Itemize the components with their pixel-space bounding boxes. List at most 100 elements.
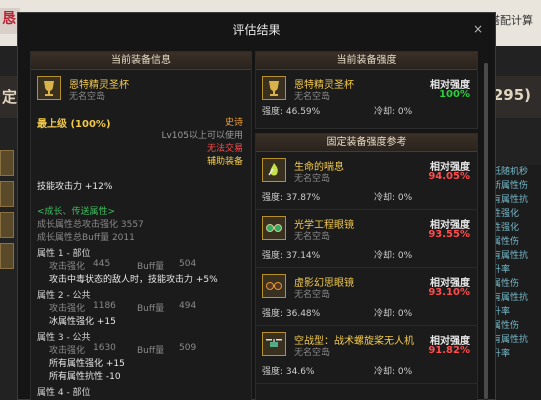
- cooldown-value: 冷却: 0%: [374, 367, 413, 377]
- background-right-column: 低随机秒 新属性伤 有属性抗 性强化 性强化 属性伤 有属性抗 升率 属性伤 有属性抗 升率 属性伤有…: [489, 165, 541, 400]
- property-effect: 攻击中毒状态的敌人时，技能攻击力 +5%: [49, 275, 218, 285]
- property-effect: 冰属性强化 +15: [49, 317, 116, 327]
- background-right-line: 升率: [492, 349, 511, 359]
- item-trade: 无法交易: [206, 144, 243, 154]
- green-fire-icon: [262, 158, 286, 182]
- property-attack-value: 1630: [93, 343, 116, 353]
- reference-item[interactable]: 生命的喘息 无名空岛 相对强度 94.05% 强度: 37.87% 冷却: 0%: [256, 152, 477, 210]
- chalice-icon: [262, 76, 286, 100]
- attack-bonus: 技能攻击力 +12%: [37, 182, 113, 192]
- property-attack-label: 攻击强化: [49, 346, 86, 356]
- item-source: 无名空岛: [294, 232, 331, 242]
- reference-item[interactable]: 空战型：战术螺旋桨无人机 无名空岛 相对强度 91.82% 强度: 34.6% …: [256, 326, 477, 384]
- reference-item[interactable]: 光学工程眼镜 无名空岛 相对强度 93.55% 强度: 37.14% 冷却: 0…: [256, 210, 477, 268]
- background-points: 295): [492, 86, 531, 104]
- property-buff-label: Buff量: [137, 346, 165, 356]
- panel-header: 当前装备信息: [31, 52, 251, 70]
- reference-strength-panel: 固定装备强度参考 生命的喘息 无名空岛 相对强度 94.05% 强度: 37.8…: [255, 133, 478, 400]
- panel-header: 固定装备强度参考: [256, 134, 477, 152]
- property-attack-label: 攻击强化: [49, 262, 86, 272]
- property-title: 属性 2 - 公共: [37, 291, 91, 301]
- strength-line: 强度: 37.87% 冷却: 0%: [256, 190, 477, 206]
- strength-value: 强度: 37.87%: [262, 193, 321, 203]
- background-right-line: 升率: [492, 265, 511, 275]
- property-effect: 所有属性强化 +15: [49, 359, 125, 369]
- evaluation-modal: 评估结果 × 当前装备信息 恩特精灵圣杯 无名空岛 最上级 (100%) 史诗 …: [17, 12, 496, 400]
- background-right-line: 性强化: [492, 223, 520, 233]
- cooldown-value: 冷却: 0%: [374, 309, 413, 319]
- background-right-line: 有属性抗: [492, 195, 529, 205]
- item-header: 空战型：战术螺旋桨无人机 无名空岛 相对强度 91.82%: [256, 326, 477, 360]
- item-source: 无名空岛: [294, 92, 331, 102]
- scrollbar-thumb[interactable]: [484, 63, 488, 399]
- item-header: 生命的喘息 无名空岛 相对强度 94.05%: [256, 152, 477, 186]
- item-level: 最上级 (100%): [37, 119, 111, 130]
- strength-value: 强度: 37.14%: [262, 251, 321, 261]
- current-equipment-info-panel: 当前装备信息 恩特精灵圣杯 无名空岛 最上级 (100%) 史诗 Lv105以上…: [30, 51, 252, 400]
- background-right-line: 升率: [492, 307, 511, 317]
- modal-title: 评估结果: [232, 23, 281, 37]
- property-effect: 所有属性抗性 -10: [49, 372, 121, 382]
- property-buff-label: Buff量: [137, 262, 165, 272]
- chalice-icon: [37, 76, 61, 100]
- strength-line: 强度: 37.14% 冷却: 0%: [256, 248, 477, 264]
- property-title: 属性 3 - 公共: [37, 333, 91, 343]
- property-title: 属性 4 - 部位: [37, 388, 91, 398]
- scrollbar[interactable]: [484, 63, 488, 400]
- close-icon[interactable]: ×: [471, 22, 485, 36]
- relative-strength-value: 93.10%: [428, 287, 470, 298]
- growth-buff: 成长属性总Buff量 2011: [37, 233, 135, 243]
- property-buff-value: 509: [179, 343, 197, 353]
- growth-attack: 成长属性总攻击强化 3557: [37, 220, 144, 230]
- strength-value: 强度: 46.59%: [262, 107, 321, 117]
- background-right-line: 有属性抗: [492, 293, 529, 303]
- property-title: 属性 1 - 部位: [37, 249, 91, 259]
- item-header: 虚影幻思眼镜 无名空岛 相对强度 93.10%: [256, 268, 477, 302]
- background-right-line: 性强化: [492, 209, 520, 219]
- background-right-link[interactable]: 搭配计算: [489, 12, 541, 32]
- item-rarity: 史诗: [224, 118, 243, 128]
- item-slot: 辅助装备: [206, 157, 243, 167]
- strength-line: 强度: 34.6% 冷却: 0%: [256, 364, 477, 380]
- cooldown-value: 冷却: 0%: [374, 107, 413, 117]
- property-attack-value: 1186: [93, 301, 116, 311]
- strength-line: 强度: 36.48% 冷却: 0%: [256, 306, 477, 322]
- growth-title: <成长、传送属性>: [37, 207, 116, 217]
- background-slot-1[interactable]: [0, 150, 14, 176]
- item-source: 无名空岛: [69, 92, 106, 102]
- item-header: 恩特精灵圣杯 无名空岛 相对强度 100%: [256, 70, 477, 104]
- item-source: 无名空岛: [294, 290, 331, 300]
- background-right-line: 有属性抗: [492, 251, 529, 261]
- background-right-line: 属性伤: [492, 237, 520, 247]
- property-buff-value: 494: [179, 301, 197, 311]
- item-header: 光学工程眼镜 无名空岛 相对强度 93.55%: [256, 210, 477, 244]
- relative-strength-value: 94.05%: [428, 171, 470, 182]
- cooldown-value: 冷却: 0%: [374, 193, 413, 203]
- item-header: 恩特精灵圣杯 无名空岛: [31, 70, 251, 104]
- reference-list: 生命的喘息 无名空岛 相对强度 94.05% 强度: 37.87% 冷却: 0%…: [256, 152, 477, 384]
- strength-value: 强度: 36.48%: [262, 309, 321, 319]
- relative-strength-value: 93.55%: [428, 229, 470, 240]
- cooldown-value: 冷却: 0%: [374, 251, 413, 261]
- item-source: 无名空岛: [294, 174, 331, 184]
- reference-item[interactable]: 虚影幻思眼镜 无名空岛 相对强度 93.10% 强度: 36.48% 冷却: 0…: [256, 268, 477, 326]
- background-title-char: 定: [2, 88, 18, 106]
- item-requirement: Lv105以上可以使用: [161, 131, 243, 141]
- background-slot-2[interactable]: [0, 181, 14, 207]
- background-slot-3[interactable]: [0, 212, 14, 238]
- background-right-line: 有属性抗: [492, 335, 529, 345]
- property-attack-value: 445: [93, 259, 111, 269]
- background-right-line: 属性伤: [492, 279, 520, 289]
- goggles-icon: [262, 216, 286, 240]
- background-right-line: 低随机秒: [492, 167, 529, 177]
- strength-value: 强度: 34.6%: [262, 367, 315, 377]
- relative-strength-value: 91.82%: [428, 345, 470, 356]
- dark-goggles-icon: [262, 274, 286, 298]
- property-buff-label: Buff量: [137, 304, 165, 314]
- background-right-line: 属性伤: [492, 321, 520, 331]
- current-equipment-strength-panel: 当前装备强度 恩特精灵圣杯 无名空岛 相对强度 100% 强度: 46.59% …: [255, 51, 478, 129]
- relative-strength-value: 100%: [439, 89, 470, 100]
- property-buff-value: 504: [179, 259, 197, 269]
- panel-header: 当前装备强度: [256, 52, 477, 70]
- background-slot-4[interactable]: [0, 243, 14, 269]
